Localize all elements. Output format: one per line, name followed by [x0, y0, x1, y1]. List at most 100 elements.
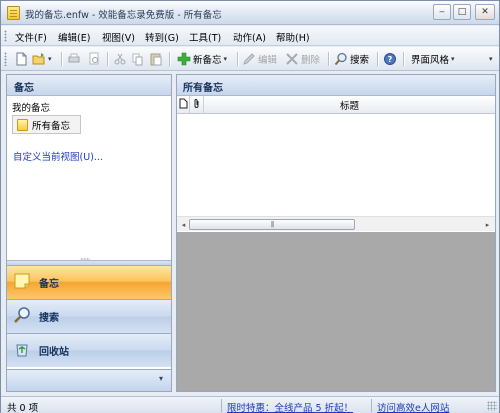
new-note-button[interactable]: 新备忘 ▾ — [177, 51, 227, 67]
copy-icon — [131, 52, 145, 66]
paste-button[interactable] — [149, 51, 163, 67]
tree-node-all-notes[interactable]: 所有备忘 — [12, 115, 81, 134]
new-note-dropdown-arrow[interactable]: ▾ — [224, 55, 228, 63]
toolbar-separator — [403, 52, 404, 66]
search-icon — [334, 52, 348, 66]
plus-icon — [177, 52, 191, 66]
recycle-icon — [13, 340, 31, 361]
promo-link[interactable]: 限时特惠：全线产品 5 折起！ — [227, 400, 353, 413]
toolbar: ▾ 新备忘 ▾ 编辑 删除 搜索 ? 界面风格 ▾ ▾ — [1, 47, 499, 71]
nav-button-search[interactable]: 搜索 — [7, 299, 171, 333]
close-button[interactable]: ✕ — [475, 4, 495, 20]
nav-footer-bar: ▾ — [7, 369, 171, 391]
open-dropdown-arrow[interactable]: ▾ — [48, 55, 52, 63]
nav-button-recycle-bin[interactable]: 回收站 — [7, 333, 171, 367]
scroll-left-button[interactable]: ◂ — [178, 219, 189, 230]
search-label: 搜索 — [350, 55, 370, 66]
reading-pane — [177, 232, 495, 391]
edit-button[interactable]: 编辑 — [242, 51, 277, 67]
theme-label: 界面风格 — [411, 55, 450, 66]
menu-file[interactable]: 文件(F) — [15, 30, 47, 44]
print-preview-button[interactable] — [87, 51, 101, 67]
minimize-button[interactable]: ‒ — [433, 4, 451, 20]
new-note-label: 新备忘 — [193, 55, 222, 66]
delete-x-icon — [285, 52, 299, 66]
column-header-attachment[interactable] — [190, 96, 204, 113]
print-preview-icon — [87, 52, 101, 66]
column-title-label: 标题 — [339, 100, 359, 112]
window-title: 我的备忘.enfw - 效能备忘录免费版 - 所有备忘 — [25, 10, 222, 21]
folder-note-icon — [17, 118, 28, 131]
menu-edit[interactable]: 编辑(E) — [58, 30, 90, 44]
open-folder-button[interactable]: ▾ — [32, 51, 52, 67]
nav-button-label: 回收站 — [39, 347, 69, 358]
horizontal-scrollbar[interactable]: ◂ ||| ▸ — [177, 216, 495, 231]
column-header-row: 标题 — [177, 96, 495, 114]
pencil-icon — [242, 52, 256, 66]
resize-grip-handle[interactable] — [487, 401, 497, 411]
column-header-document[interactable] — [177, 96, 190, 113]
magnifier-icon — [13, 306, 31, 327]
search-button[interactable]: 搜索 — [334, 51, 369, 67]
website-link[interactable]: 访问高效e人网站 — [377, 400, 449, 413]
overflow-chevron-icon: ▾ — [489, 55, 493, 63]
toolbar-separator — [328, 52, 329, 66]
menu-actions[interactable]: 动作(A) — [233, 30, 266, 44]
notes-list[interactable]: 标题 ◂ ||| ▸ — [177, 96, 495, 232]
new-file-button[interactable] — [14, 51, 28, 67]
cut-button[interactable] — [113, 51, 127, 67]
menu-help[interactable]: 帮助(H) — [276, 30, 310, 44]
theme-dropdown-arrow[interactable]: ▾ — [451, 55, 455, 63]
scroll-thumb[interactable]: ||| — [189, 219, 355, 230]
attachment-icon — [193, 98, 201, 112]
toolbar-separator — [61, 52, 62, 66]
toolbar-overflow-button[interactable]: ▾ — [487, 51, 493, 67]
nav-button-label: 备忘 — [39, 279, 59, 290]
menu-tools[interactable]: 工具(T) — [189, 30, 221, 44]
scissors-icon — [113, 52, 127, 66]
chevron-down-icon[interactable]: ▾ — [159, 374, 163, 383]
menu-bar: 文件(F) 编辑(E) 视图(V) 转到(G) 工具(T) 动作(A) 帮助(H… — [1, 26, 499, 46]
open-folder-icon — [32, 52, 46, 66]
nav-button-label: 搜索 — [39, 313, 59, 324]
app-window: 我的备忘.enfw - 效能备忘录免费版 - 所有备忘 ‒ □ ✕ 文件(F) … — [0, 0, 500, 413]
content-pane: 所有备忘 标题 ◂ ||| ▸ — [176, 74, 496, 392]
toolbar-separator — [237, 52, 238, 66]
delete-label: 删除 — [301, 55, 321, 66]
tree-node-label: 所有备忘 — [32, 120, 71, 132]
edit-label: 编辑 — [258, 55, 278, 66]
navigation-pane-header: 备忘 — [7, 75, 171, 96]
maximize-button[interactable]: □ — [453, 4, 471, 20]
menu-view[interactable]: 视图(V) — [102, 30, 135, 44]
column-header-title[interactable]: 标题 — [204, 96, 495, 113]
print-button[interactable] — [67, 51, 81, 67]
nav-button-notes[interactable]: 备忘 — [7, 265, 171, 299]
new-file-icon — [14, 52, 28, 66]
scroll-right-button[interactable]: ▸ — [482, 219, 493, 230]
item-count: 共 0 项 — [7, 403, 39, 413]
svg-text:?: ? — [388, 55, 393, 64]
menu-goto[interactable]: 转到(G) — [145, 30, 179, 44]
navigation-pane: 备忘 我的备忘 所有备忘 自定义当前视图(U)... 备忘 搜索 回收站 — [6, 74, 172, 392]
notebook-title: 我的备忘 — [12, 103, 51, 114]
toolbar-separator — [107, 52, 108, 66]
help-icon: ? — [383, 52, 397, 66]
status-separator — [221, 399, 222, 412]
toolbar-separator — [169, 52, 170, 66]
menubar-grip-handle[interactable] — [4, 30, 7, 42]
theme-dropdown[interactable]: 界面风格 ▾ — [409, 51, 455, 67]
content-pane-header: 所有备忘 — [177, 75, 495, 96]
paste-icon — [149, 52, 163, 66]
status-separator — [371, 399, 372, 412]
copy-button[interactable] — [131, 51, 145, 67]
toolbar-grip-handle[interactable] — [4, 52, 7, 66]
delete-button[interactable]: 删除 — [285, 51, 320, 67]
customize-view-link[interactable]: 自定义当前视图(U)... — [13, 149, 103, 163]
help-button[interactable]: ? — [383, 51, 397, 67]
note-icon — [13, 272, 31, 293]
app-note-icon[interactable] — [7, 6, 20, 20]
title-bar: 我的备忘.enfw - 效能备忘录免费版 - 所有备忘 ‒ □ ✕ — [1, 1, 499, 25]
document-icon — [179, 98, 188, 112]
status-bar: 共 0 项 限时特惠：全线产品 5 折起！ 访问高效e人网站 — [1, 396, 499, 413]
toolbar-separator — [377, 52, 378, 66]
